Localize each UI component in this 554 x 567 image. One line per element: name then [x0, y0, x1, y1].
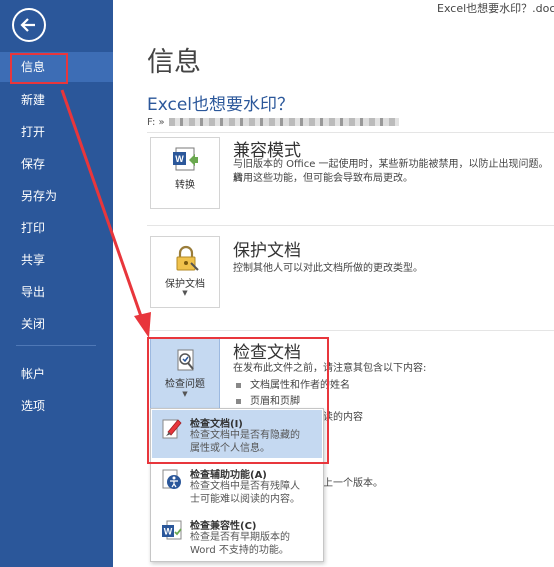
- back-button[interactable]: [12, 8, 46, 42]
- inspect-document-icon: [177, 349, 194, 371]
- chevron-down-icon: ▼: [182, 289, 188, 297]
- sidebar-item-new[interactable]: 新建: [0, 85, 113, 115]
- protect-document-title: 保护文档: [233, 241, 301, 261]
- compat-mode-desc-2: 启用这些功能，但可能会导致布局更改。: [233, 173, 413, 184]
- sidebar-item-options[interactable]: 选项: [0, 391, 113, 421]
- menu-item-title: 检查兼容性(C): [190, 521, 257, 532]
- word-convert-icon: W: [173, 147, 198, 171]
- protect-document-button[interactable]: 保护文档 ▼: [150, 236, 220, 308]
- sidebar-item-open[interactable]: 打开: [0, 117, 113, 147]
- inspect-document-menu-item[interactable]: 检查文档(I) 检查文档中是否有隐藏的 属性或个人信息。: [152, 410, 322, 458]
- sidebar-item-info[interactable]: 信息: [0, 52, 113, 82]
- sidebar-item-print[interactable]: 打印: [0, 213, 113, 243]
- protect-label: 保护文档: [165, 279, 205, 290]
- check-for-issues-menu: 检查文档(I) 检查文档中是否有隐藏的 属性或个人信息。 检查辅助功能(A) 检…: [150, 408, 324, 562]
- section-divider: [147, 132, 554, 133]
- chevron-down-icon: ▼: [182, 390, 188, 398]
- document-name: Excel也想要水印？: [147, 95, 295, 115]
- menu-item-desc-line: 检查文档中是否有残障人: [190, 481, 300, 492]
- inspect-document-title: 检查文档: [233, 343, 301, 363]
- menu-item-title: 检查文档(I): [190, 419, 243, 430]
- menu-item-desc: 检查文档中是否有残障人 士可能难以阅读的内容。: [190, 480, 318, 506]
- inspect-brush-icon: [162, 419, 182, 439]
- sidebar-item-share[interactable]: 共享: [0, 245, 113, 275]
- menu-item-desc-line: 检查是否有早期版本的: [190, 532, 290, 543]
- blurred-path: [168, 118, 399, 126]
- check-compatibility-menu-item[interactable]: W 检查兼容性(C) 检查是否有早期版本的 Word 不支持的功能。: [152, 512, 322, 560]
- lock-icon: [176, 245, 199, 271]
- menu-item-desc-line: 士可能难以阅读的内容。: [190, 494, 300, 505]
- sidebar-item-export[interactable]: 导出: [0, 277, 113, 307]
- page-title: 信息: [147, 47, 201, 78]
- arrow-left-icon: [20, 18, 35, 32]
- menu-item-desc: 检查文档中是否有隐藏的 属性或个人信息。: [190, 429, 318, 455]
- sidebar-item-account[interactable]: 帐户: [0, 359, 113, 389]
- svg-text:W: W: [164, 527, 173, 537]
- window-title: Excel也想要水印？.docx [: [437, 2, 554, 15]
- convert-label: 转换: [175, 180, 195, 191]
- check-for-issues-button[interactable]: 检查问题 ▼: [150, 338, 220, 410]
- accessibility-icon: [162, 469, 181, 489]
- word-compatibility-icon: W: [162, 520, 182, 540]
- path-prefix: F: »: [147, 117, 165, 128]
- sidebar-item-close[interactable]: 关闭: [0, 309, 113, 339]
- menu-item-desc: 检查是否有早期版本的 Word 不支持的功能。: [190, 531, 318, 557]
- partial-text: 上一个版本。: [323, 478, 383, 489]
- sidebar-item-save[interactable]: 保存: [0, 149, 113, 179]
- menu-item-desc-line: 属性或个人信息。: [190, 443, 270, 454]
- check-for-issues-label: 检查问题: [165, 379, 205, 390]
- inspect-document-desc: 在发布此文件之前，请注意其包含以下内容:: [233, 363, 427, 374]
- menu-item-desc-line: 检查文档中是否有隐藏的: [190, 430, 300, 441]
- sidebar-divider: [16, 345, 96, 346]
- svg-text:W: W: [175, 154, 184, 164]
- menu-item-desc-line: Word 不支持的功能。: [190, 545, 289, 556]
- section-divider: [147, 330, 554, 331]
- document-path: F: »: [147, 117, 399, 128]
- backstage-sidebar: 信息 新建 打开 保存 另存为 打印 共享 导出 关闭 帐户 选项: [0, 0, 113, 567]
- list-item: 文档属性和作者的姓名: [236, 376, 350, 391]
- sidebar-item-save-as[interactable]: 另存为: [0, 181, 113, 211]
- menu-item-title: 检查辅助功能(A): [190, 470, 267, 481]
- list-item: 页眉和页脚: [236, 392, 300, 407]
- check-accessibility-menu-item[interactable]: 检查辅助功能(A) 检查文档中是否有残障人 士可能难以阅读的内容。: [152, 461, 322, 509]
- partial-text: 读的内容: [323, 412, 363, 423]
- convert-button[interactable]: W 转换: [150, 137, 220, 209]
- section-divider: [147, 225, 554, 226]
- protect-document-desc: 控制其他人可以对此文档所做的更改类型。: [233, 263, 423, 274]
